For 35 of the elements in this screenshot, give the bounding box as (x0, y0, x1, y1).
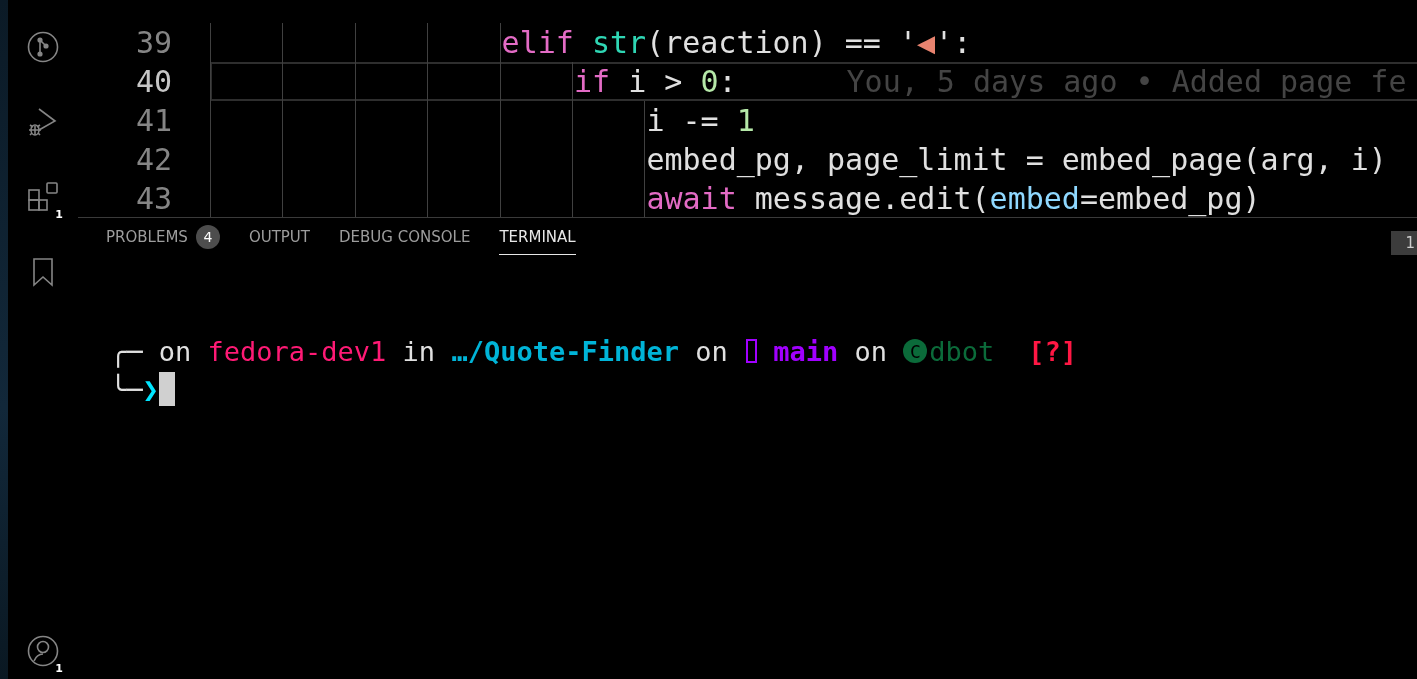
prompt-text: on (157, 335, 193, 367)
terminal-cursor (158, 372, 175, 406)
activity-bar-button[interactable] (25, 29, 61, 65)
code-line: elif str(reaction) == '◀': (210, 23, 1417, 62)
prompt-text: ╭─ (110, 335, 143, 367)
panel-tab[interactable]: TERMINAL (499, 228, 576, 255)
line-number: 39 (134, 25, 172, 60)
line-number: 41 (134, 103, 172, 138)
prompt-text: on (694, 335, 729, 367)
code-line: await message.edit(embed=embed_pg) (210, 179, 1417, 217)
line-number: 43 (134, 181, 172, 216)
prompt-text: ╰─ (110, 373, 143, 405)
count-badge: 4 (195, 225, 220, 249)
code-line: i -= 1 (210, 101, 1417, 140)
status-text: [?] (1028, 335, 1078, 367)
missing-glyph-icon (746, 339, 757, 363)
code-line: if i > 0: You, 5 days ago • Added page fe (210, 62, 1417, 101)
run-debug-icon (27, 106, 59, 138)
count-label: 1 (55, 208, 63, 221)
prompt-text: in (401, 335, 437, 367)
panel-tab[interactable]: OUTPUT (248, 228, 310, 255)
prompt-text: ❯ (142, 373, 159, 405)
prompt-text: fedora-dev1 (207, 335, 387, 367)
prompt-text: dbot (929, 335, 995, 367)
environment-icon: C (903, 339, 928, 363)
prompt-text: on (853, 335, 889, 367)
prompt-text: …/Quote-Finder (451, 335, 679, 367)
code-line: embed_pg, page_limit = embed_page(arg, i) (210, 140, 1417, 179)
line-number: 40 (134, 64, 172, 99)
source-control-icon (27, 31, 59, 63)
panel-tab[interactable]: DEBUG CONSOLE (339, 228, 471, 255)
panel-tab[interactable]: PROBLEMS 4 (106, 228, 220, 255)
line-number: 42 (134, 142, 172, 177)
panel-corner-badge: 1 (1391, 231, 1417, 255)
prompt-text: main (772, 335, 839, 367)
